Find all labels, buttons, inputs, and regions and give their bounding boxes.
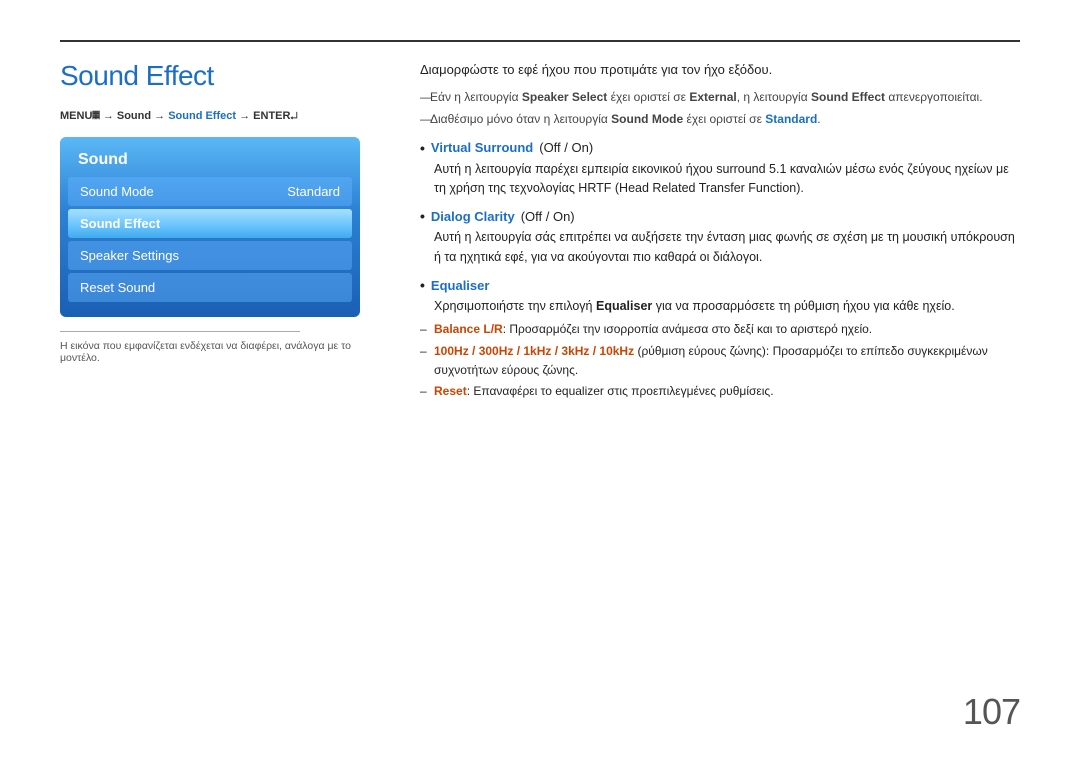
- balance-label: Balance L/R: [434, 322, 503, 336]
- menu-item-sound-effect[interactable]: Sound Effect: [68, 209, 352, 238]
- page-container: Sound Effect MENU𝄜 → Sound → Sound Effec…: [0, 0, 1080, 763]
- menu-item-speaker-settings-label: Speaker Settings: [80, 248, 179, 263]
- reset-label: Reset: [434, 384, 467, 398]
- menu-path: MENU𝄜 → Sound → Sound Effect → ENTER↵: [60, 110, 380, 123]
- note-line-2: Διαθέσιμο μόνο όταν η λειτουργία Sound M…: [420, 110, 1020, 128]
- virtual-surround-off-on: (Off / On): [539, 140, 593, 155]
- bullet-virtual-surround-title: Virtual Surround (Off / On): [420, 140, 1020, 156]
- right-column: Διαμορφώστε το εφέ ήχου που προτιμάτε γι…: [420, 60, 1020, 411]
- page-number: 107: [963, 691, 1020, 733]
- page-title: Sound Effect: [60, 60, 380, 92]
- bullet-section: Virtual Surround (Off / On) Αυτή η λειτο…: [420, 140, 1020, 401]
- bullet-equaliser-desc: Χρησιμοποιήστε την επιλογή Equaliser για…: [420, 297, 1020, 316]
- menu-item-sound-effect-label: Sound Effect: [80, 216, 160, 231]
- menu-item-sound-mode-value: Standard: [287, 184, 340, 199]
- top-rule: [60, 40, 1020, 42]
- bullet-equaliser-title: Equaliser: [420, 277, 1020, 293]
- sub-bullet-frequencies: 100Hz / 300Hz / 1kHz / 3kHz / 10kHz (ρύθ…: [420, 342, 1020, 379]
- menu-item-reset-sound[interactable]: Reset Sound: [68, 273, 352, 302]
- bullet-equaliser: Equaliser Χρησιμοποιήστε την επιλογή Equ…: [420, 277, 1020, 401]
- bullet-virtual-surround: Virtual Surround (Off / On) Αυτή η λειτο…: [420, 140, 1020, 199]
- menu-item-speaker-settings[interactable]: Speaker Settings: [68, 241, 352, 270]
- left-column: Sound Effect MENU𝄜 → Sound → Sound Effec…: [60, 60, 380, 411]
- menu-item-reset-sound-label: Reset Sound: [80, 280, 155, 295]
- bullet-dialog-clarity-desc: Αυτή η λειτουργία σάς επιτρέπει να αυξήσ…: [420, 228, 1020, 267]
- footnote: Η εικόνα που εμφανίζεται ενδέχεται να δι…: [60, 340, 380, 364]
- menu-panel: Sound Sound Mode Standard Sound Effect S…: [60, 137, 360, 317]
- bullet-dialog-clarity-title: Dialog Clarity (Off / On): [420, 208, 1020, 224]
- sub-bullet-reset: Reset: Επαναφέρει το equalizer στις προε…: [420, 382, 1020, 401]
- bullet-dialog-clarity: Dialog Clarity (Off / On) Αυτή η λειτουρ…: [420, 208, 1020, 267]
- frequencies-label: 100Hz / 300Hz / 1kHz / 3kHz / 10kHz: [434, 344, 634, 358]
- intro-text: Διαμορφώστε το εφέ ήχου που προτιμάτε γι…: [420, 60, 1020, 80]
- note-line-1: Εάν η λειτουργία Speaker Select έχει ορι…: [420, 88, 1020, 106]
- divider-line: [60, 331, 300, 332]
- menu-item-sound-mode-label: Sound Mode: [80, 184, 154, 199]
- menu-item-sound-mode[interactable]: Sound Mode Standard: [68, 177, 352, 206]
- menu-panel-title: Sound: [68, 147, 352, 177]
- content-layout: Sound Effect MENU𝄜 → Sound → Sound Effec…: [60, 60, 1020, 411]
- bullet-virtual-surround-desc: Αυτή η λειτουργία παρέχει εμπειρία εικον…: [420, 160, 1020, 199]
- sub-bullet-balance: Balance L/R: Προσαρμόζει την ισορροπία α…: [420, 320, 1020, 339]
- dialog-clarity-off-on: (Off / On): [521, 209, 575, 224]
- menu-path-text: MENU𝄜 → Sound → Sound Effect → ENTER↵: [60, 110, 298, 122]
